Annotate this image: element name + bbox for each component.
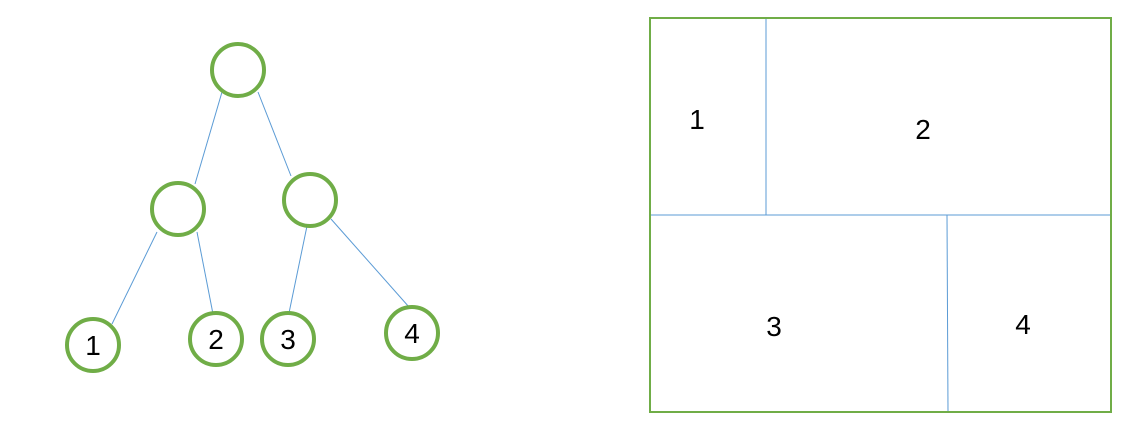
partition-region-1-label: 1 xyxy=(689,104,705,135)
tree-diagram: 1 2 3 4 xyxy=(65,42,440,373)
partition-region-4-label: 4 xyxy=(1015,309,1031,340)
tree-edge-left-leaf2 xyxy=(196,231,214,315)
partition-region-2-label: 2 xyxy=(915,114,931,145)
partition-divider-bottom xyxy=(946,214,949,412)
tree-leaf-4: 4 xyxy=(384,305,440,361)
tree-node-internal-left xyxy=(150,181,206,237)
tree-leaf-3-label: 3 xyxy=(280,324,296,355)
tree-edge-left-leaf1 xyxy=(111,231,158,325)
tree-node-root xyxy=(210,42,266,98)
tree-leaf-2-label: 2 xyxy=(208,324,224,355)
tree-nodes: 1 2 3 4 xyxy=(65,42,440,373)
diagram-canvas: 1 2 3 4 1 2 3 4 xyxy=(65,17,1112,413)
partition-diagram: 1 2 3 4 xyxy=(649,17,1112,413)
tree-edge-root-right xyxy=(257,91,292,177)
tree-edge-root-left xyxy=(194,91,223,185)
tree-edge-right-leaf4 xyxy=(330,218,410,308)
partition-region-3-label: 3 xyxy=(766,311,782,342)
tree-edge-right-leaf3 xyxy=(288,225,308,314)
tree-node-internal-right xyxy=(282,172,338,228)
tree-leaf-1-label: 1 xyxy=(85,330,101,361)
tree-leaf-3: 3 xyxy=(260,311,316,367)
tree-leaf-1: 1 xyxy=(65,317,121,373)
tree-leaf-4-label: 4 xyxy=(404,318,420,349)
tree-leaf-2: 2 xyxy=(188,311,244,367)
